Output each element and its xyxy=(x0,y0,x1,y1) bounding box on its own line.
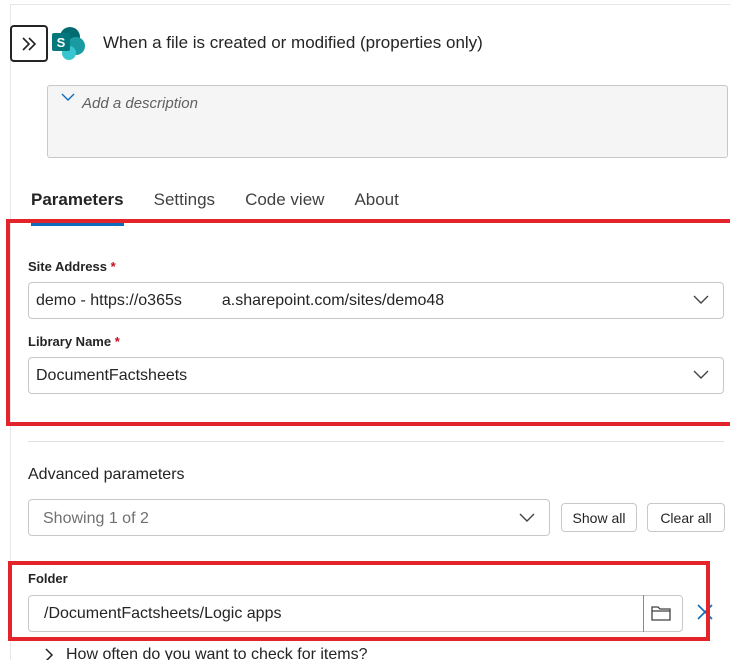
show-all-button[interactable]: Show all xyxy=(561,503,637,532)
clear-all-button[interactable]: Clear all xyxy=(647,503,725,532)
section-divider xyxy=(28,441,724,442)
polling-parameter-row[interactable]: How often do you want to check for items… xyxy=(44,646,367,660)
chevron-down-icon[interactable] xyxy=(61,92,75,102)
tab-list: Parameters Settings Code view About xyxy=(31,190,429,226)
sharepoint-logo-icon: S xyxy=(52,27,85,60)
tab-code-view[interactable]: Code view xyxy=(245,190,324,210)
tab-parameters[interactable]: Parameters xyxy=(31,190,124,226)
description-placeholder: Add a description xyxy=(82,95,198,112)
highlight-frame-folder xyxy=(8,561,710,641)
tab-about[interactable]: About xyxy=(354,190,398,210)
chevron-down-icon xyxy=(519,513,535,522)
double-chevron-right-icon xyxy=(22,36,37,51)
advanced-parameters-title: Advanced parameters xyxy=(28,466,185,483)
collapse-panel-button[interactable] xyxy=(10,25,48,62)
advanced-parameters-dropdown[interactable]: Showing 1 of 2 xyxy=(28,499,550,536)
svg-text:S: S xyxy=(57,35,66,50)
highlight-frame-required-params xyxy=(6,219,730,426)
tab-settings[interactable]: Settings xyxy=(154,190,215,210)
trigger-title[interactable]: When a file is created or modified (prop… xyxy=(103,33,483,53)
chevron-right-icon xyxy=(45,648,54,660)
description-field[interactable]: Add a description xyxy=(47,85,728,158)
advanced-parameters-value: Showing 1 of 2 xyxy=(43,510,149,527)
top-divider xyxy=(10,4,730,5)
polling-parameter-label: How often do you want to check for items… xyxy=(66,646,368,660)
